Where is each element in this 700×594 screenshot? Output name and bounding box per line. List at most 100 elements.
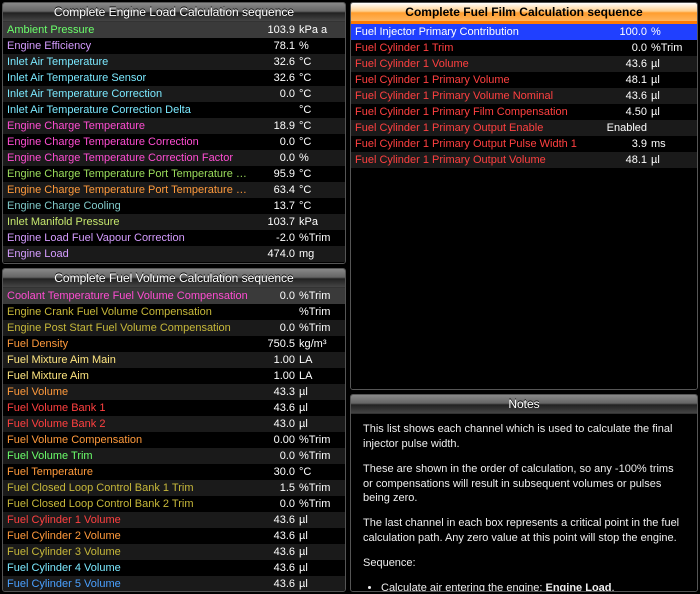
table-row[interactable]: Fuel Volume43.3µl <box>3 384 345 400</box>
left-column: Complete Engine Load Calculation sequenc… <box>2 2 346 592</box>
table-row[interactable]: Coolant Temperature Fuel Volume Compensa… <box>3 288 345 304</box>
row-value: 32.6 <box>251 72 297 84</box>
row-label: Fuel Closed Loop Control Bank 2 Trim <box>7 498 251 510</box>
table-row[interactable]: Inlet Air Temperature Correction0.0°C <box>3 86 345 102</box>
table-row[interactable]: Fuel Cylinder 1 Volume43.6µl <box>351 56 697 72</box>
row-unit: %Trim <box>297 482 341 494</box>
table-row[interactable]: Engine Charge Temperature Port Temperatu… <box>3 182 345 198</box>
table-row[interactable]: Engine Charge Cooling13.7°C <box>3 198 345 214</box>
row-label: Fuel Cylinder 1 Primary Output Pulse Wid… <box>355 138 603 150</box>
table-row[interactable]: Ambient Pressure103.9kPa a <box>3 22 345 38</box>
table-row[interactable]: Fuel Cylinder 1 Volume43.6µl <box>3 512 345 528</box>
row-unit: °C <box>297 136 341 148</box>
row-unit: % <box>297 152 341 164</box>
fuel-film-panel: Complete Fuel Film Calculation sequence … <box>350 2 698 390</box>
row-value: 30.0 <box>251 466 297 478</box>
row-unit: kPa a <box>297 24 341 36</box>
table-row[interactable]: Inlet Air Temperature Correction Delta°C <box>3 102 345 118</box>
notes-body[interactable]: This list shows each channel which is us… <box>351 414 697 591</box>
table-row[interactable]: Fuel Volume Bank 243.0µl <box>3 416 345 432</box>
table-row[interactable]: Fuel Cylinder 1 Primary Output Volume48.… <box>351 152 697 168</box>
table-row[interactable]: Fuel Cylinder 1 Primary Volume Nominal43… <box>351 88 697 104</box>
fuel-volume-body[interactable]: Coolant Temperature Fuel Volume Compensa… <box>3 288 345 591</box>
row-label: Ambient Pressure <box>7 24 251 36</box>
table-row[interactable]: Fuel Volume Compensation0.00%Trim <box>3 432 345 448</box>
engine-load-header: Complete Engine Load Calculation sequenc… <box>3 3 345 22</box>
row-unit: °C <box>297 88 341 100</box>
table-row[interactable]: Fuel Cylinder 1 Primary Output Pulse Wid… <box>351 136 697 152</box>
table-row[interactable]: Inlet Manifold Pressure103.7kPa <box>3 214 345 230</box>
row-unit: °C <box>297 200 341 212</box>
notes-panel: Notes This list shows each channel which… <box>350 394 698 592</box>
row-unit: µl <box>297 402 341 414</box>
row-value: 78.1 <box>251 40 297 52</box>
table-row[interactable]: Fuel Density750.5kg/m³ <box>3 336 345 352</box>
table-row[interactable]: Engine Post Start Fuel Volume Compensati… <box>3 320 345 336</box>
table-row[interactable]: Fuel Mixture Aim Main1.00LA <box>3 352 345 368</box>
row-value: 43.6 <box>603 90 649 102</box>
table-row[interactable]: Fuel Cylinder 1 Trim0.0%Trim <box>351 40 697 56</box>
table-row[interactable]: Fuel Closed Loop Control Bank 1 Trim1.5%… <box>3 480 345 496</box>
row-unit: °C <box>297 466 341 478</box>
table-row[interactable]: Fuel Cylinder 5 Volume43.6µl <box>3 576 345 591</box>
list-item: Calculate air entering the engine: Engin… <box>381 581 685 591</box>
row-label: Fuel Density <box>7 338 251 350</box>
table-row[interactable]: Engine Load474.0mg <box>3 246 345 262</box>
row-unit: %Trim <box>649 42 693 54</box>
row-value: 0.0 <box>251 498 297 510</box>
row-label: Engine Crank Fuel Volume Compensation <box>7 306 251 318</box>
row-value: 0.0 <box>251 136 297 148</box>
row-label: Fuel Mixture Aim Main <box>7 354 251 366</box>
row-unit: % <box>297 40 341 52</box>
row-value: 100.0 <box>603 26 649 38</box>
row-label: Engine Load Fuel Vapour Correction <box>7 232 251 244</box>
row-value: 0.0 <box>251 290 297 302</box>
table-row[interactable]: Engine Charge Temperature Port Temperatu… <box>3 166 345 182</box>
row-value: 750.5 <box>251 338 297 350</box>
table-row[interactable]: Fuel Temperature30.0°C <box>3 464 345 480</box>
table-row[interactable]: Fuel Cylinder 3 Volume43.6µl <box>3 544 345 560</box>
engine-load-body[interactable]: Ambient Pressure103.9kPa aEngine Efficie… <box>3 22 345 263</box>
row-label: Fuel Volume Compensation <box>7 434 251 446</box>
table-row[interactable]: Fuel Volume Trim0.0%Trim <box>3 448 345 464</box>
row-value: 43.3 <box>251 386 297 398</box>
fuel-film-body[interactable]: Fuel Injector Primary Contribution100.0%… <box>351 24 697 389</box>
row-unit: %Trim <box>297 232 341 244</box>
table-row[interactable]: Fuel Cylinder 2 Volume43.6µl <box>3 528 345 544</box>
row-value: 3.9 <box>603 138 649 150</box>
table-row[interactable]: Engine Efficiency78.1% <box>3 38 345 54</box>
table-row[interactable]: Engine Charge Temperature Correction0.0°… <box>3 134 345 150</box>
table-row[interactable]: Fuel Cylinder 1 Primary Film Compensatio… <box>351 104 697 120</box>
row-value: -2.0 <box>251 232 297 244</box>
table-row[interactable]: Fuel Injector Primary Contribution100.0% <box>351 24 697 40</box>
table-row[interactable]: Fuel Mixture Aim1.00LA <box>3 368 345 384</box>
row-value: 43.6 <box>251 402 297 414</box>
table-row[interactable]: Engine Charge Temperature Correction Fac… <box>3 150 345 166</box>
table-row[interactable]: Fuel Cylinder 1 Primary Volume48.1µl <box>351 72 697 88</box>
row-label: Fuel Cylinder 1 Trim <box>355 42 603 54</box>
table-row[interactable]: Engine Load Fuel Vapour Correction-2.0%T… <box>3 230 345 246</box>
row-value: 43.6 <box>251 562 297 574</box>
row-value: 103.9 <box>251 24 297 36</box>
row-unit: kPa <box>297 216 341 228</box>
table-row[interactable]: Inlet Air Temperature Sensor32.6°C <box>3 70 345 86</box>
row-label: Fuel Cylinder 1 Primary Film Compensatio… <box>355 106 603 118</box>
row-value: 1.5 <box>251 482 297 494</box>
row-label: Fuel Volume <box>7 386 251 398</box>
row-unit: %Trim <box>297 434 341 446</box>
table-row[interactable]: Inlet Air Temperature32.6°C <box>3 54 345 70</box>
table-row[interactable]: Fuel Cylinder 1 Primary Output EnableEna… <box>351 120 697 136</box>
row-unit: mg <box>297 248 341 260</box>
row-unit: µl <box>649 74 693 86</box>
row-label: Fuel Cylinder 1 Primary Volume <box>355 74 603 86</box>
table-row[interactable]: Fuel Cylinder 4 Volume43.6µl <box>3 560 345 576</box>
table-row[interactable]: Fuel Closed Loop Control Bank 2 Trim0.0%… <box>3 496 345 512</box>
notes-p1: This list shows each channel which is us… <box>363 422 685 452</box>
table-row[interactable]: Engine Charge Temperature18.9°C <box>3 118 345 134</box>
table-row[interactable]: Fuel Volume Bank 143.6µl <box>3 400 345 416</box>
row-unit: µl <box>649 58 693 70</box>
row-label: Fuel Cylinder 4 Volume <box>7 562 251 574</box>
row-unit: LA <box>297 354 341 366</box>
table-row[interactable]: Engine Crank Fuel Volume Compensation%Tr… <box>3 304 345 320</box>
row-unit: °C <box>297 56 341 68</box>
